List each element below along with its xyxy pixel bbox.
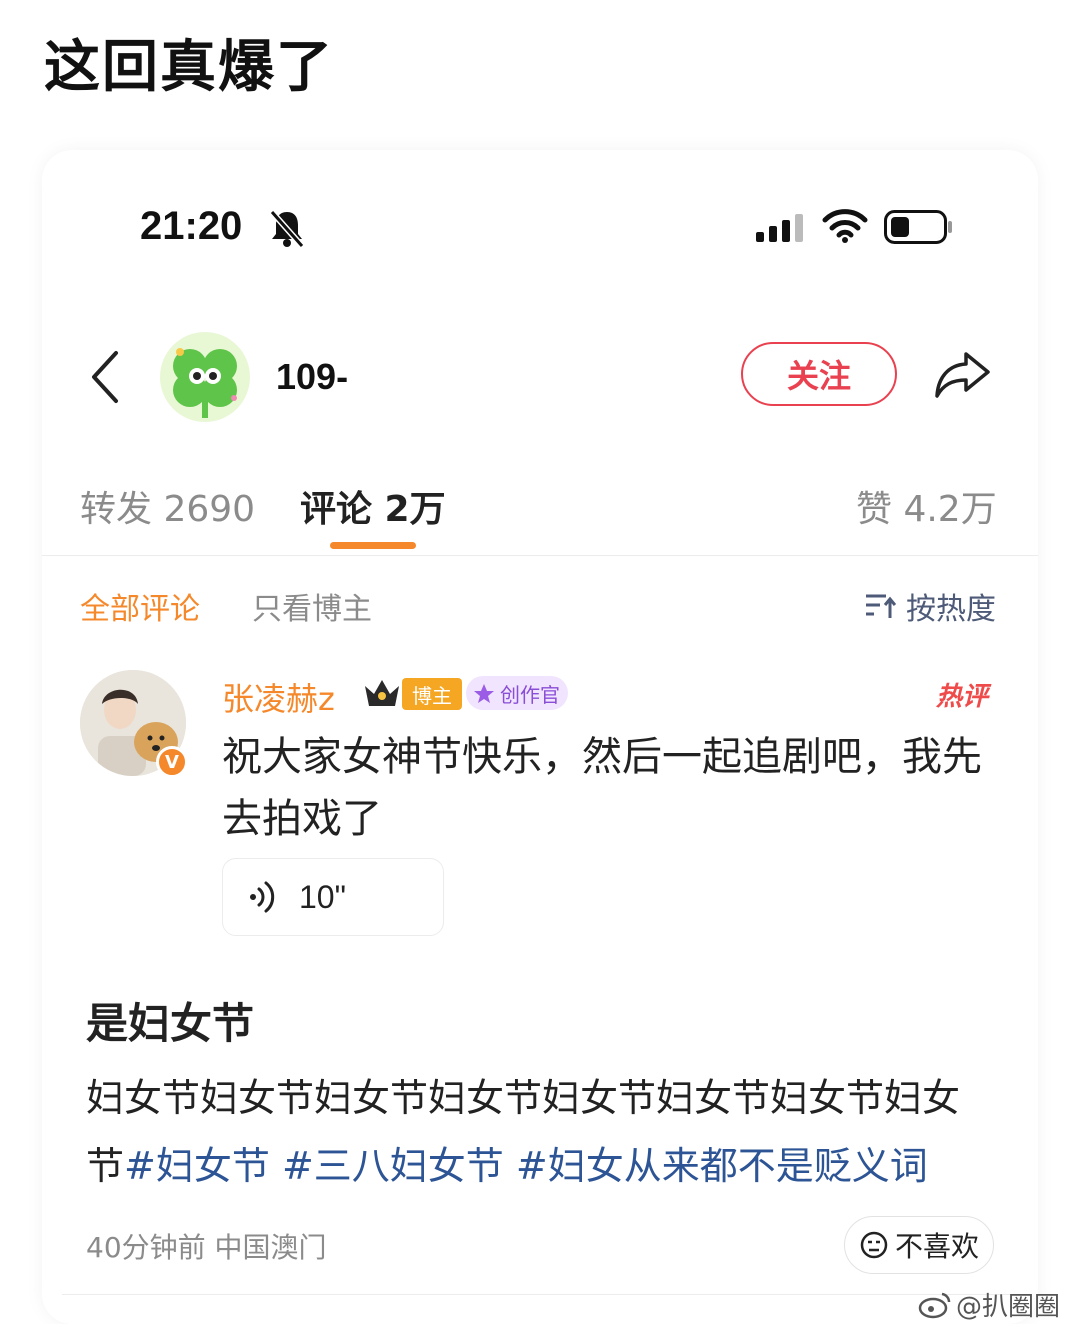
divider [42, 555, 1038, 556]
follow-button[interactable]: 关注 [741, 342, 897, 406]
tab-reposts[interactable]: 转发 2690 [80, 480, 255, 532]
watermark: @扒圈圈 [918, 1286, 1060, 1323]
creator-badge: 创作官 [466, 676, 568, 710]
creator-badge-label: 创作官 [500, 682, 560, 707]
voice-message[interactable]: 10" [222, 858, 444, 936]
weibo-logo-icon [918, 1292, 951, 1318]
active-tab-indicator [330, 542, 416, 549]
avatar[interactable] [160, 332, 250, 422]
post-body: 妇女节妇女节妇女节妇女节妇女节妇女节妇女节妇女节#妇女节 #三八妇女节 #妇女从… [86, 1064, 996, 1200]
post-title: 是妇女节 [86, 999, 255, 1048]
filter-all-comments[interactable]: 全部评论 [80, 584, 200, 628]
share-arrow-icon[interactable] [934, 350, 992, 400]
chevron-left-icon[interactable] [90, 350, 120, 404]
tab-comments[interactable]: 评论 2万 [300, 480, 446, 532]
hashtag-link[interactable]: #三八妇女节 [282, 1144, 504, 1188]
comment-text: 祝大家女神节快乐，然后一起追剧吧，我先去拍戏了 [222, 734, 982, 842]
hashtag-link[interactable]: #妇女节 [124, 1144, 270, 1188]
commenter-name[interactable]: 张凌赫z [222, 674, 335, 720]
dislike-button[interactable]: 不喜欢 [844, 1216, 994, 1274]
sort-icon [866, 594, 896, 618]
dislike-label: 不喜欢 [894, 1230, 979, 1263]
sort-by-hot-button[interactable]: 按热度 [864, 584, 996, 628]
battery-icon [884, 210, 952, 244]
sort-label: 按热度 [906, 592, 996, 627]
filter-blogger-only[interactable]: 只看博主 [252, 584, 372, 628]
user-name[interactable]: 109- [276, 356, 348, 398]
divider [62, 1294, 1018, 1295]
hashtag-link[interactable]: #妇女从来都不是贬义词 [516, 1144, 928, 1188]
creator-icon [474, 684, 494, 703]
voice-wave-icon [250, 881, 275, 913]
headline: 这回真爆了 [44, 35, 334, 100]
crown-icon [365, 680, 399, 706]
neutral-face-icon [860, 1231, 888, 1259]
tab-likes[interactable]: 赞 4.2万 [856, 480, 997, 532]
verified-badge-icon: V [156, 746, 188, 778]
post-meta: 40分钟前 中国澳门 [86, 1231, 327, 1264]
hot-comment-tag: 热评 [936, 682, 989, 712]
signal-icon [756, 214, 803, 242]
voice-duration: 10" [299, 878, 346, 915]
watermark-text: @扒圈圈 [956, 1292, 1061, 1322]
bell-muted-icon [269, 210, 305, 248]
status-time: 21:20 [140, 204, 243, 248]
blogger-badge: 博主 [402, 678, 462, 710]
wifi-icon [822, 209, 868, 243]
